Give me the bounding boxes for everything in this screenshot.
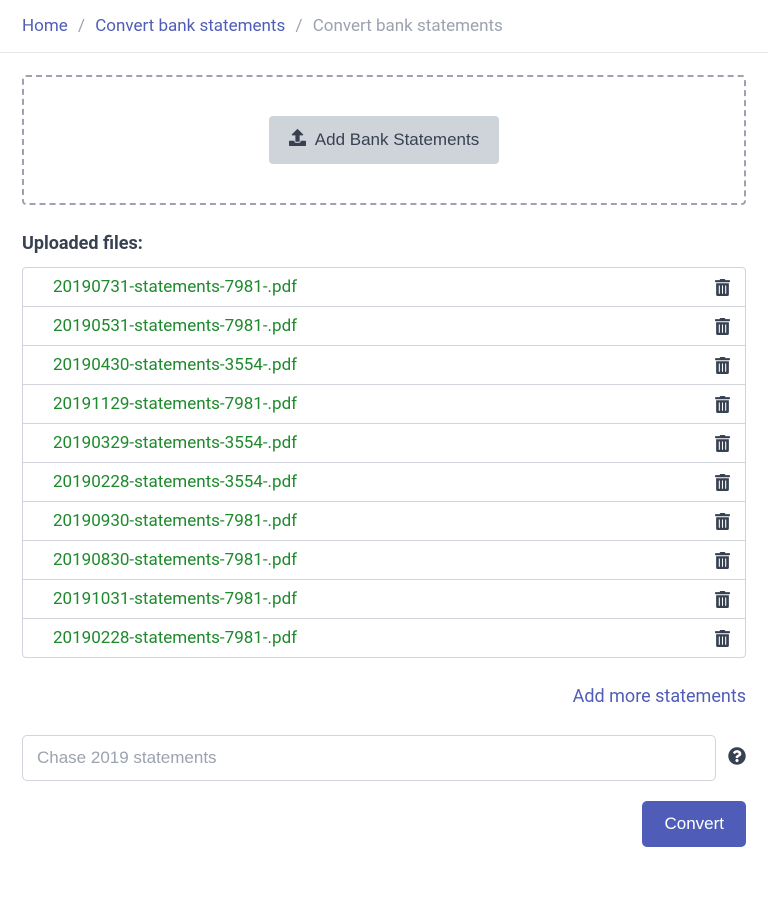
add-bank-statements-button[interactable]: Add Bank Statements <box>269 116 499 164</box>
trash-icon[interactable] <box>715 279 730 296</box>
file-row: 20190731-statements-7981-.pdf <box>23 268 745 307</box>
convert-button[interactable]: Convert <box>642 801 746 847</box>
breadcrumb-separator: / <box>78 16 85 36</box>
upload-dropzone[interactable]: Add Bank Statements <box>22 75 746 205</box>
file-name: 20191031-statements-7981-.pdf <box>53 589 297 609</box>
add-more-statements-link[interactable]: Add more statements <box>573 686 746 707</box>
uploaded-files-title: Uploaded files: <box>22 233 746 254</box>
file-name: 20190731-statements-7981-.pdf <box>53 277 297 297</box>
file-name: 20190930-statements-7981-.pdf <box>53 511 297 531</box>
upload-icon <box>289 129 306 151</box>
trash-icon[interactable] <box>715 435 730 452</box>
file-row: 20190329-statements-3554-.pdf <box>23 424 745 463</box>
file-name: 20190531-statements-7981-.pdf <box>53 316 297 336</box>
file-name: 20190430-statements-3554-.pdf <box>53 355 297 375</box>
file-row: 20190531-statements-7981-.pdf <box>23 307 745 346</box>
file-list: 20190731-statements-7981-.pdf 20190531-st… <box>22 267 746 658</box>
file-row: 20191129-statements-7981-.pdf <box>23 385 745 424</box>
trash-icon[interactable] <box>715 396 730 413</box>
statements-name-input[interactable] <box>22 735 716 781</box>
trash-icon[interactable] <box>715 357 730 374</box>
file-name: 20190830-statements-7981-.pdf <box>53 550 297 570</box>
file-row: 20190430-statements-3554-.pdf <box>23 346 745 385</box>
file-name: 20190329-statements-3554-.pdf <box>53 433 297 453</box>
trash-icon[interactable] <box>715 591 730 608</box>
trash-icon[interactable] <box>715 474 730 491</box>
file-row: 20190228-statements-3554-.pdf <box>23 463 745 502</box>
file-name: 20190228-statements-7981-.pdf <box>53 628 297 648</box>
file-row: 20190228-statements-7981-.pdf <box>23 619 745 657</box>
breadcrumb-home[interactable]: Home <box>22 16 68 36</box>
file-row: 20191031-statements-7981-.pdf <box>23 580 745 619</box>
file-row: 20190830-statements-7981-.pdf <box>23 541 745 580</box>
trash-icon[interactable] <box>715 513 730 530</box>
add-bank-statements-label: Add Bank Statements <box>315 130 479 150</box>
breadcrumb-current: Convert bank statements <box>313 16 503 36</box>
trash-icon[interactable] <box>715 552 730 569</box>
breadcrumb-section[interactable]: Convert bank statements <box>95 16 285 36</box>
trash-icon[interactable] <box>715 630 730 647</box>
file-row: 20190930-statements-7981-.pdf <box>23 502 745 541</box>
file-name: 20190228-statements-3554-.pdf <box>53 472 297 492</box>
breadcrumb: Home / Convert bank statements / Convert… <box>0 0 768 53</box>
trash-icon[interactable] <box>715 318 730 335</box>
file-name: 20191129-statements-7981-.pdf <box>53 394 297 414</box>
help-icon[interactable] <box>728 747 746 769</box>
breadcrumb-separator: / <box>296 16 303 36</box>
